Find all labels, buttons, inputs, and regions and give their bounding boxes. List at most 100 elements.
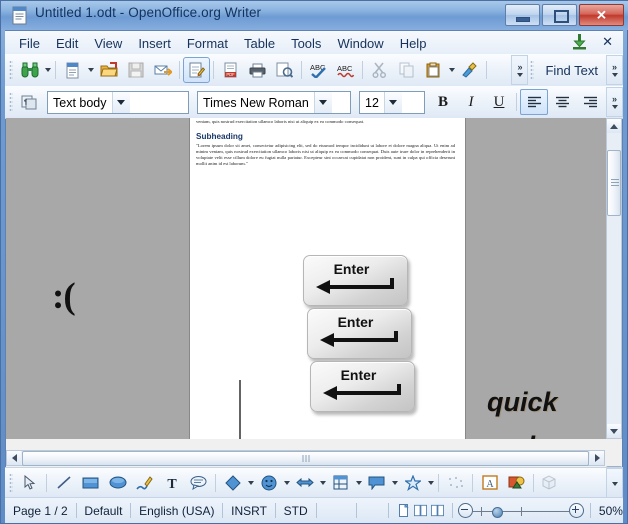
align-left-icon[interactable]: [520, 89, 548, 115]
toolbar-grip[interactable]: [9, 60, 13, 80]
new-document-icon[interactable]: [59, 57, 86, 83]
cut-icon[interactable]: [366, 57, 393, 83]
scroll-up-button[interactable]: [607, 119, 621, 133]
stars-icon[interactable]: [399, 470, 426, 496]
find-toolbar-grip[interactable]: [530, 60, 535, 80]
line-icon[interactable]: [50, 470, 77, 496]
ellipse-icon[interactable]: [104, 470, 131, 496]
zoom-out-button[interactable]: [458, 503, 474, 518]
binoculars-dropdown[interactable]: [43, 58, 52, 82]
print-preview-icon[interactable]: [271, 57, 298, 83]
status-modified-indicator[interactable]: [316, 503, 356, 519]
bold-button[interactable]: B: [429, 89, 457, 115]
basic-shapes-dropdown[interactable]: [246, 471, 255, 495]
zoom-slider-handle[interactable]: [492, 506, 504, 518]
callouts-icon[interactable]: [363, 470, 390, 496]
flowchart-dropdown[interactable]: [354, 471, 363, 495]
binoculars-icon[interactable]: [16, 57, 43, 83]
status-insert-mode[interactable]: INSRT: [223, 503, 275, 519]
paragraph-style-combo[interactable]: Text body: [47, 90, 189, 114]
scroll-right-button[interactable]: [590, 451, 604, 465]
vertical-scrollbar[interactable]: [606, 118, 622, 439]
menu-file[interactable]: File: [11, 33, 48, 54]
stars-dropdown[interactable]: [426, 471, 435, 495]
spelling-icon[interactable]: ABC: [305, 57, 332, 83]
scroll-down-button[interactable]: [607, 424, 621, 438]
menu-window[interactable]: Window: [329, 33, 391, 54]
status-page[interactable]: Page 1 / 2: [5, 503, 76, 519]
font-size-dropdown-arrow[interactable]: [383, 91, 402, 113]
find-text-box[interactable]: Find Text: [537, 54, 606, 86]
underline-button[interactable]: U: [485, 89, 513, 115]
save-icon[interactable]: [122, 57, 149, 83]
export-pdf-icon[interactable]: PDF: [217, 57, 244, 83]
zoom-slider[interactable]: [452, 503, 590, 518]
font-size-combo[interactable]: 12: [359, 90, 425, 114]
paste-dropdown[interactable]: [447, 58, 456, 82]
align-center-icon[interactable]: [548, 89, 576, 115]
rectangle-icon[interactable]: [77, 470, 104, 496]
menu-help[interactable]: Help: [392, 33, 435, 54]
copy-icon[interactable]: [393, 57, 420, 83]
extrusion-on-off-icon[interactable]: [537, 470, 564, 496]
drawing-toolbar-grip[interactable]: [9, 472, 13, 493]
status-digital-signature[interactable]: [357, 503, 388, 519]
menu-view[interactable]: View: [86, 33, 130, 54]
text-box-icon[interactable]: T: [158, 470, 185, 496]
email-document-icon[interactable]: [149, 57, 176, 83]
multi-page-view-icon[interactable]: [413, 504, 427, 517]
standard-toolbar-overflow[interactable]: »: [511, 55, 529, 85]
font-name-dropdown-arrow[interactable]: [313, 91, 332, 113]
horizontal-scrollbar-thumb[interactable]: [22, 450, 589, 466]
vertical-scrollbar-thumb[interactable]: [607, 150, 621, 216]
minimize-button[interactable]: [505, 4, 540, 26]
book-view-icon[interactable]: [430, 504, 444, 517]
status-language[interactable]: English (USA): [131, 503, 222, 519]
symbol-shapes-dropdown[interactable]: [282, 471, 291, 495]
symbol-shapes-icon[interactable]: [255, 470, 282, 496]
flowchart-icon[interactable]: [327, 470, 354, 496]
apply-style-icon[interactable]: ¶: [16, 89, 43, 115]
close-document-button[interactable]: ✕: [598, 34, 617, 50]
callout-icon[interactable]: [185, 470, 212, 496]
horizontal-scrollbar[interactable]: [6, 450, 605, 466]
zoom-slider-track[interactable]: [473, 505, 570, 518]
new-document-dropdown[interactable]: [86, 58, 95, 82]
close-button[interactable]: ✕: [579, 4, 624, 26]
zoom-in-button[interactable]: [569, 503, 585, 518]
clone-formatting-icon[interactable]: [456, 57, 483, 83]
menu-tools[interactable]: Tools: [283, 33, 329, 54]
status-selection-mode[interactable]: STD: [276, 503, 316, 519]
formatting-toolbar-grip[interactable]: [9, 92, 13, 112]
font-name-combo[interactable]: Times New Roman: [197, 90, 351, 114]
paste-icon[interactable]: [420, 57, 447, 83]
align-right-icon[interactable]: [576, 89, 604, 115]
menu-insert[interactable]: Insert: [130, 33, 179, 54]
block-arrows-dropdown[interactable]: [318, 471, 327, 495]
document-canvas[interactable]: veniam, quis nostrud exercitation ullamc…: [6, 118, 606, 439]
edit-file-icon[interactable]: [183, 57, 210, 83]
freeform-line-icon[interactable]: [131, 470, 158, 496]
callouts-dropdown[interactable]: [390, 471, 399, 495]
italic-button[interactable]: I: [457, 89, 485, 115]
basic-shapes-icon[interactable]: [219, 470, 246, 496]
print-icon[interactable]: [244, 57, 271, 83]
block-arrows-icon[interactable]: [291, 470, 318, 496]
formatting-toolbar-overflow[interactable]: »: [606, 87, 623, 117]
open-folder-icon[interactable]: [95, 57, 122, 83]
autospellcheck-icon[interactable]: ABC: [332, 57, 359, 83]
paragraph-style-dropdown-arrow[interactable]: [111, 91, 130, 113]
drawing-toolbar-overflow[interactable]: [606, 467, 623, 498]
menu-table[interactable]: Table: [236, 33, 283, 54]
menu-format[interactable]: Format: [179, 33, 236, 54]
find-toolbar-overflow[interactable]: »: [606, 55, 623, 85]
maximize-button[interactable]: [542, 4, 577, 26]
points-icon[interactable]: [442, 470, 469, 496]
menu-edit[interactable]: Edit: [48, 33, 86, 54]
status-page-style[interactable]: Default: [76, 503, 130, 519]
single-page-view-icon[interactable]: [397, 504, 410, 517]
from-file-image-icon[interactable]: [503, 470, 530, 496]
download-arrow-icon[interactable]: [571, 33, 588, 50]
fontwork-icon[interactable]: A: [476, 470, 503, 496]
select-arrow-icon[interactable]: [16, 470, 43, 496]
